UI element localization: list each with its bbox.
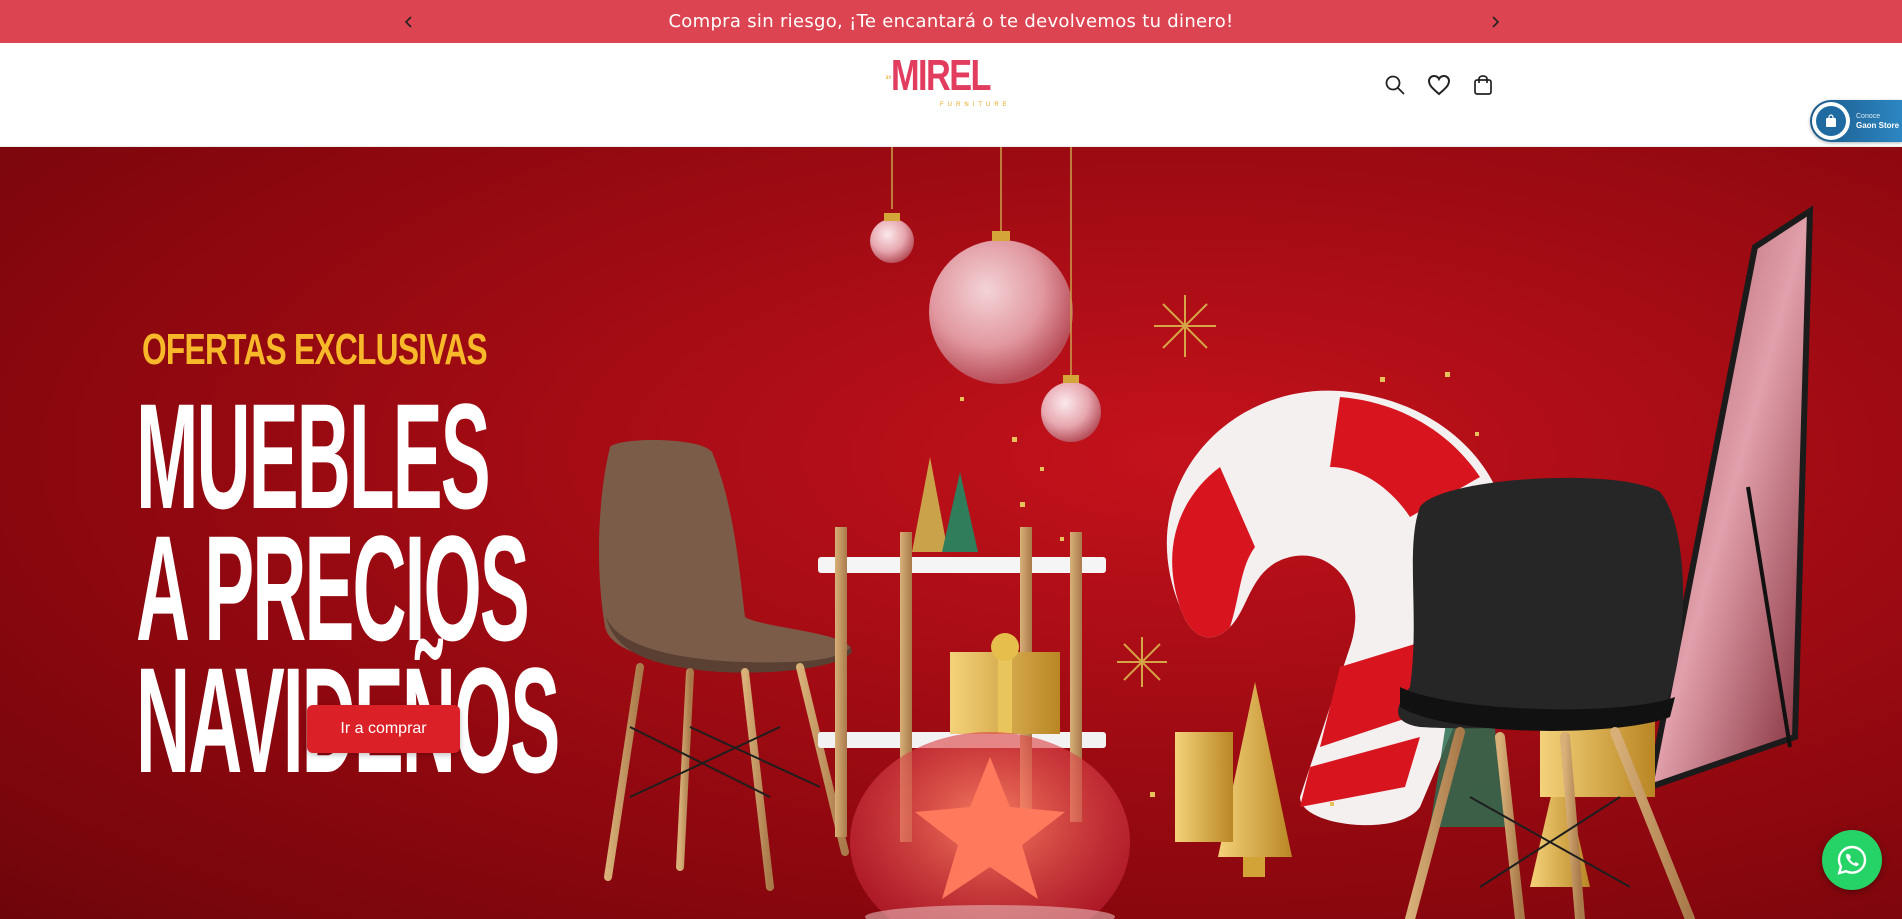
heart-icon xyxy=(1427,74,1451,96)
headline-line-1: MUEBLES xyxy=(136,372,491,540)
hero-eyebrow: OFERTAS EXCLUSIVAS xyxy=(142,325,488,374)
shop-now-button[interactable]: Ir a comprar xyxy=(307,705,460,753)
announcement-next-button[interactable] xyxy=(1480,0,1510,43)
announcement-bar: Compra sin riesgo, ¡Te encantará o te de… xyxy=(0,0,1902,43)
search-button[interactable] xyxy=(1379,69,1411,101)
headline-line-2: A PRECIOS xyxy=(136,504,530,672)
logo-brand: MIREL xyxy=(891,51,992,100)
site-header: MIREL FURNITURE xyxy=(0,43,1902,147)
chevron-right-icon xyxy=(1492,15,1500,28)
gaon-line2: Gaon Store xyxy=(1856,121,1900,130)
logo-subtitle: FURNITURE xyxy=(940,102,1011,108)
announcement-prev-button[interactable] xyxy=(394,0,424,43)
chevron-left-icon xyxy=(404,15,412,28)
hero-banner: OFERTAS EXCLUSIVAS MUEBLES A PRECIOS NAV… xyxy=(0,147,1902,919)
site-logo[interactable]: MIREL FURNITURE xyxy=(886,51,1018,108)
gaon-store-badge[interactable]: Conoce Gaon Store xyxy=(1810,100,1902,142)
gaon-line1: Conoce xyxy=(1856,113,1881,120)
bag-icon xyxy=(1474,75,1492,95)
shopping-bag-icon xyxy=(1826,114,1836,127)
search-icon xyxy=(1385,75,1405,95)
whatsapp-icon xyxy=(1837,845,1867,875)
whatsapp-button[interactable] xyxy=(1822,830,1882,890)
cart-button[interactable] xyxy=(1467,69,1499,101)
announcement-text: Compra sin riesgo, ¡Te encantará o te de… xyxy=(668,11,1234,32)
wishlist-button[interactable] xyxy=(1423,69,1455,101)
